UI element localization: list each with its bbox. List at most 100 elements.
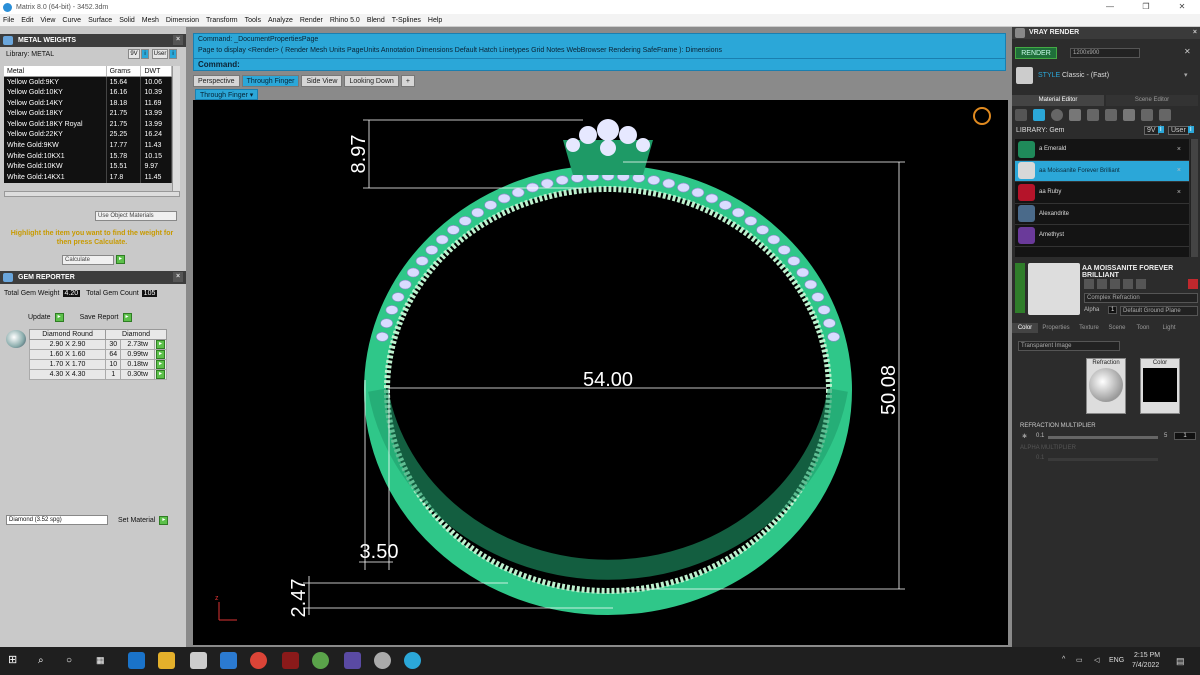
material-select[interactable]: Diamond (3.52 spg) <box>6 515 108 525</box>
refraction-swatch[interactable]: Refraction <box>1086 358 1126 414</box>
row-go-icon[interactable]: ▸ <box>156 369 165 379</box>
table-row[interactable]: Yellow Gold:10KY 16.16 10.39 <box>4 87 172 98</box>
action-icon[interactable] <box>1123 279 1133 289</box>
remove-icon[interactable]: × <box>1177 146 1181 153</box>
list-item[interactable]: a Emerald × <box>1015 139 1189 161</box>
calculate-button[interactable]: Calculate <box>62 255 114 265</box>
row-go-icon[interactable]: ▸ <box>156 359 165 369</box>
delete-material-icon[interactable] <box>1188 279 1198 289</box>
menu-transform[interactable]: Transform <box>206 17 238 24</box>
complex-refraction-select[interactable]: Complex Refraction <box>1084 293 1198 303</box>
swap-icon[interactable] <box>1123 109 1135 121</box>
metal-user-info-icon[interactable]: i <box>169 49 177 59</box>
metal-user-toggle[interactable]: User <box>152 49 168 59</box>
rhino-icon[interactable] <box>374 652 391 669</box>
table-row[interactable]: White Gold:10KX1 15.78 10.15 <box>4 150 172 162</box>
gem-user-toggle[interactable]: User <box>1168 126 1189 135</box>
tab-material-editor[interactable]: Material Editor <box>1012 95 1104 106</box>
vray-close-icon[interactable]: × <box>1193 27 1197 39</box>
refraction-slider[interactable] <box>1048 436 1158 439</box>
gem-reporter-close-icon[interactable]: × <box>173 272 183 282</box>
metal-table-scrollbar[interactable] <box>172 66 180 191</box>
refraction-value-input[interactable]: 1 <box>1174 432 1196 440</box>
sphere-icon[interactable] <box>1051 109 1063 121</box>
save-report-button[interactable]: Save Report <box>80 314 119 321</box>
menu-blend[interactable]: Blend <box>367 17 385 24</box>
table-row[interactable]: 1.60 X 1.60 64 0.99tw ▸ <box>28 348 167 360</box>
menu-file[interactable]: File <box>3 17 14 24</box>
menu-rhino[interactable]: Rhino 5.0 <box>330 17 360 24</box>
material-icon[interactable] <box>1033 109 1045 121</box>
collapse-handle[interactable] <box>1015 263 1025 313</box>
set-material-button[interactable]: Set Material <box>118 517 155 524</box>
texture-icon[interactable] <box>1105 109 1117 121</box>
viewport[interactable]: 8.97 54.00 50.08 3.50 2.47 z <box>193 100 1008 645</box>
maximize-button[interactable]: ❐ <box>1128 0 1164 14</box>
table-row[interactable]: Yellow Gold:14KY 18.18 11.69 <box>4 97 172 109</box>
app-icon[interactable] <box>312 652 329 669</box>
tab-scene[interactable]: Scene <box>1104 323 1130 333</box>
use-object-materials-select[interactable]: Use Object Materials <box>95 211 177 221</box>
ring-view-icon[interactable] <box>973 107 991 125</box>
tab-texture[interactable]: Texture <box>1074 323 1104 333</box>
network-icon[interactable]: ▭ <box>1076 656 1083 664</box>
table-row[interactable]: White Gold:14KX1 17.8 11.45 <box>4 171 172 183</box>
table-row[interactable]: Yellow Gold:18KY 21.75 13.99 <box>4 108 172 119</box>
set-material-go-icon[interactable]: ▸ <box>159 515 169 525</box>
table-row[interactable]: White Gold:10KW 15.51 9.97 <box>4 161 172 172</box>
list-item[interactable]: Alexandrite <box>1015 204 1189 225</box>
light-icon[interactable] <box>1159 109 1171 121</box>
add-tab-button[interactable]: + <box>400 75 415 87</box>
volume-icon[interactable]: ◁ <box>1094 656 1099 664</box>
tab-color[interactable]: Color <box>1012 323 1038 333</box>
action-icon[interactable] <box>1097 279 1107 289</box>
update-button[interactable]: Update <box>28 314 51 321</box>
explorer-icon[interactable] <box>158 652 175 669</box>
gem-9v-toggle[interactable]: 9V <box>1144 126 1159 135</box>
menu-solid[interactable]: Solid <box>119 17 135 24</box>
action-icon[interactable] <box>1110 279 1120 289</box>
col-grams[interactable]: Grams <box>106 66 142 78</box>
minimize-button[interactable]: — <box>1092 0 1128 14</box>
list-item[interactable]: aa Moissanite Forever Brilliant × <box>1015 160 1189 182</box>
remove-icon[interactable]: × <box>1177 189 1181 196</box>
color-swatch[interactable]: Color <box>1140 358 1180 414</box>
mail-icon[interactable] <box>220 652 237 669</box>
app-icon[interactable] <box>344 652 361 669</box>
list-item[interactable]: Amethyst <box>1015 225 1189 247</box>
menu-help[interactable]: Help <box>428 17 442 24</box>
action-icon[interactable] <box>1084 279 1094 289</box>
menu-dimension[interactable]: Dimension <box>166 17 199 24</box>
clock-time[interactable]: 2:15 PM <box>1134 652 1160 659</box>
table-row[interactable]: White Gold:9KW 17.77 11.43 <box>4 140 172 151</box>
chrome-icon[interactable] <box>250 652 267 669</box>
edge-icon[interactable] <box>128 652 145 669</box>
remove-icon[interactable]: × <box>1177 167 1181 174</box>
render-button[interactable]: RENDER <box>1015 47 1057 59</box>
tab-looking-down[interactable]: Looking Down <box>344 75 399 87</box>
tray-chevron-icon[interactable]: ^ <box>1062 656 1065 663</box>
style-dropdown-icon[interactable]: ▾ <box>1184 71 1188 79</box>
cortana-icon[interactable]: ○ <box>66 652 83 669</box>
menu-mesh[interactable]: Mesh <box>142 17 159 24</box>
transparent-image-select[interactable]: Transparent Image <box>1018 341 1120 351</box>
table-row[interactable]: 2.90 X 2.90 30 2.73tw ▸ <box>28 338 167 350</box>
grid-icon[interactable] <box>1069 109 1081 121</box>
list-item[interactable]: aa Ruby × <box>1015 182 1189 204</box>
col-diamond[interactable]: Diamond <box>105 329 167 340</box>
col-dwt[interactable]: DWT <box>140 66 172 78</box>
command-input[interactable]: Command: <box>193 58 1006 71</box>
notifications-icon[interactable]: ▤ <box>1176 656 1185 667</box>
tab-side-view[interactable]: Side View <box>301 75 343 87</box>
resolution-field[interactable]: 1200x900 <box>1070 48 1140 58</box>
table-row[interactable]: 4.30 X 4.30 1 0.30tw ▸ <box>28 368 167 380</box>
close-button[interactable]: ✕ <box>1164 0 1200 14</box>
language-indicator[interactable]: ENG <box>1109 657 1124 664</box>
menu-edit[interactable]: Edit <box>21 17 33 24</box>
menu-view[interactable]: View <box>40 17 55 24</box>
tab-light[interactable]: Light <box>1156 323 1182 333</box>
menu-render[interactable]: Render <box>300 17 323 24</box>
store-icon[interactable] <box>190 652 207 669</box>
update-go-icon[interactable]: ▸ <box>54 313 64 322</box>
gem-user-info-icon[interactable]: i <box>1188 126 1194 133</box>
